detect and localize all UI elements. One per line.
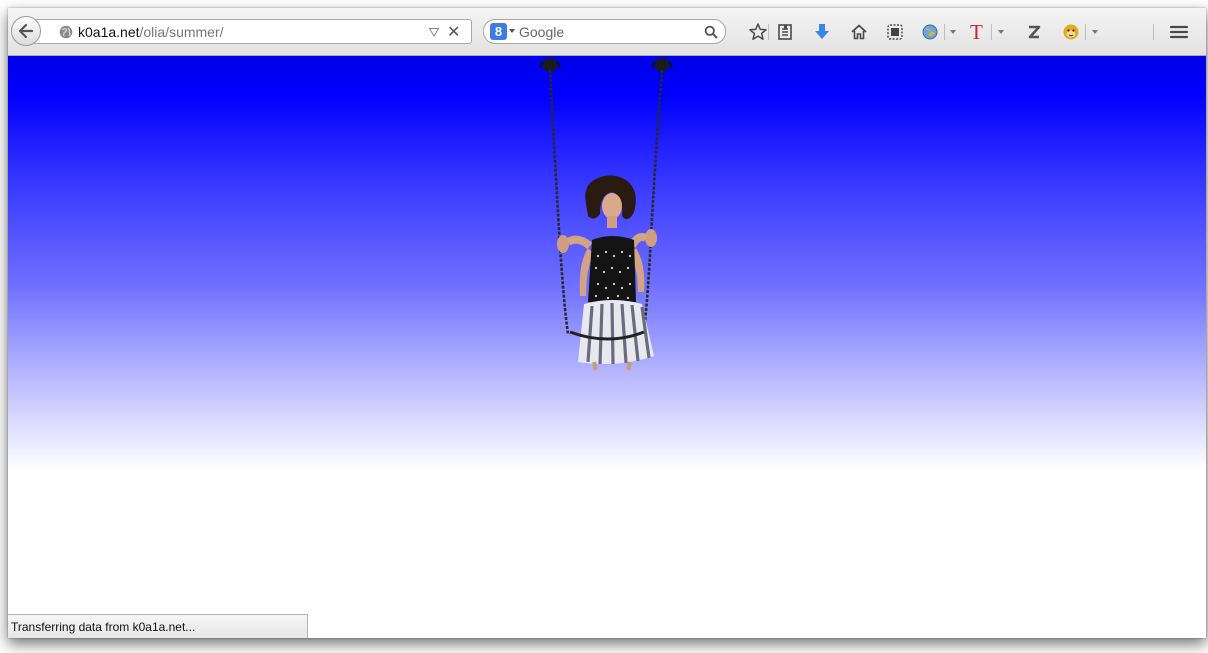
search-input[interactable]: Google — [519, 24, 564, 40]
text-T-icon[interactable]: T — [966, 21, 988, 43]
globe-icon — [59, 25, 73, 39]
swing-clamp-right — [651, 58, 673, 72]
url-host: k0a1a.net — [78, 24, 140, 40]
reading-list-icon[interactable] — [774, 21, 796, 43]
greasemonkey-dropdown-icon[interactable] — [1092, 30, 1098, 34]
screenshot-icon[interactable] — [884, 21, 906, 43]
home-icon[interactable] — [848, 21, 870, 43]
browser-window: k0a1a.net/olia/summer/ ✕ 8 Google T Tran… — [8, 8, 1206, 638]
back-button[interactable] — [11, 16, 41, 46]
toolbar-separator — [991, 24, 992, 40]
greasemonkey-icon[interactable] — [1060, 21, 1082, 43]
bookmark-star-icon[interactable] — [747, 21, 769, 43]
search-icon[interactable] — [704, 25, 718, 39]
svg-text:T: T — [970, 21, 983, 43]
url-bar[interactable]: k0a1a.net/olia/summer/ ✕ — [32, 19, 472, 44]
url-text[interactable]: k0a1a.net/olia/summer/ — [78, 24, 224, 40]
swing-chain-left — [548, 69, 570, 335]
search-engine-caret-icon[interactable] — [509, 29, 515, 33]
toolbar-separator — [944, 24, 945, 40]
google-engine-icon[interactable]: 8 — [490, 23, 507, 40]
menu-icon[interactable] — [1168, 21, 1190, 43]
text-dropdown-icon[interactable] — [998, 30, 1004, 34]
downloads-icon[interactable] — [811, 21, 833, 43]
back-arrow-icon — [18, 23, 34, 39]
browser-toolbar: k0a1a.net/olia/summer/ ✕ 8 Google T — [8, 8, 1206, 56]
swing-chain-right — [642, 69, 664, 332]
swing-clamp-left — [539, 58, 561, 72]
url-history-dropdown-icon[interactable] — [428, 26, 440, 38]
zotero-icon[interactable] — [1023, 21, 1045, 43]
page-content — [8, 56, 1206, 638]
toolbar-separator — [768, 24, 769, 40]
url-path: /olia/summer/ — [139, 24, 224, 40]
toolbar-separator — [1085, 24, 1086, 40]
extension-dropdown-icon[interactable] — [950, 30, 956, 34]
woman-on-swing-image — [539, 58, 673, 371]
toolbar-separator — [1153, 24, 1154, 40]
status-bar: Transferring data from k0a1a.net... — [8, 614, 308, 638]
stop-icon[interactable]: ✕ — [447, 22, 460, 41]
extension-globe-icon[interactable] — [919, 21, 941, 43]
search-bar[interactable]: 8 Google — [483, 19, 726, 44]
